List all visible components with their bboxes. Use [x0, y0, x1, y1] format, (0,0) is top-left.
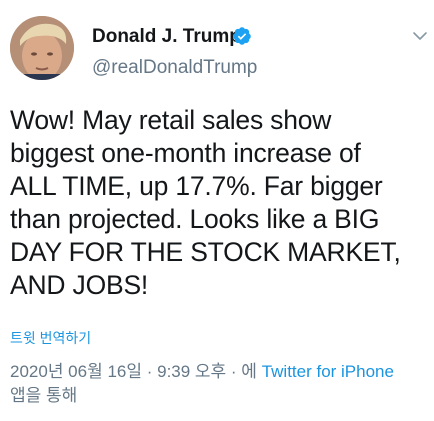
- tweet-text: Wow! May retail sales show biggest one-m…: [10, 105, 401, 300]
- avatar-image: [10, 16, 74, 80]
- display-name[interactable]: Donald J. Trump: [92, 26, 241, 48]
- avatar[interactable]: [10, 16, 74, 80]
- tweet-source-suffix: 앱을 통해: [10, 386, 78, 405]
- tweet-source-link[interactable]: Twitter for iPhone: [262, 362, 394, 381]
- tweet-card: Donald J. Trump @realDonaldTrump Wow! Ma…: [0, 0, 434, 421]
- user-handle[interactable]: @realDonaldTrump: [92, 57, 257, 79]
- tweet-timestamp[interactable]: 2020년 06월 16일 · 9:39 오후 · 에: [10, 362, 257, 381]
- chevron-down-icon[interactable]: [412, 30, 428, 42]
- translate-tweet-link[interactable]: 트윗 번역하기: [10, 328, 91, 348]
- verified-badge-icon: [233, 27, 251, 45]
- tweet-metadata: 2020년 06월 16일 · 9:39 오후 · 에 Twitter for …: [10, 360, 430, 408]
